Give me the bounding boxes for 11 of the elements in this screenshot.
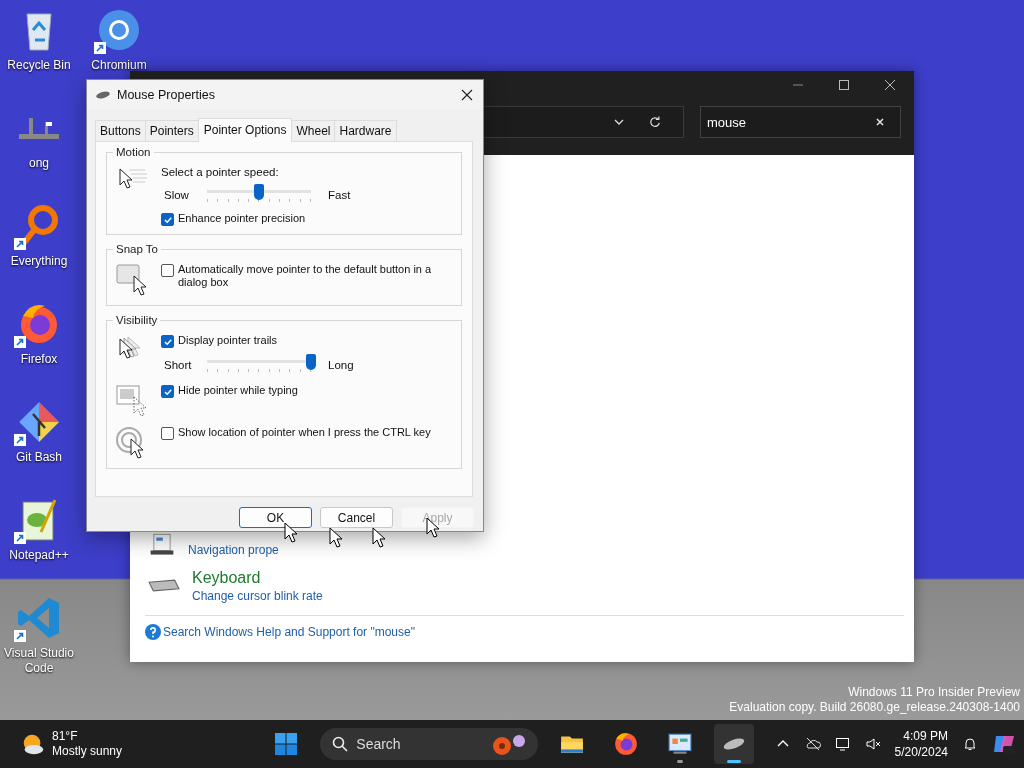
slider-max-label: Long	[328, 359, 354, 371]
slider-min-label: Short	[163, 359, 193, 371]
group-title: Snap To	[113, 243, 161, 255]
group-title: Motion	[113, 146, 154, 158]
slider-min-label: Slow	[163, 189, 190, 201]
field-label: Select a pointer speed:	[161, 166, 280, 178]
group-title: Visibility	[113, 314, 161, 326]
slider-max-label: Fast	[328, 189, 351, 201]
build-info-text: Evaluation copy. Build 26080.ge_release.240308-1400	[729, 700, 1020, 715]
window-title: Mouse Properties	[117, 87, 216, 102]
build-info-text: Windows 11 Pro Insider Preview	[848, 685, 1020, 700]
